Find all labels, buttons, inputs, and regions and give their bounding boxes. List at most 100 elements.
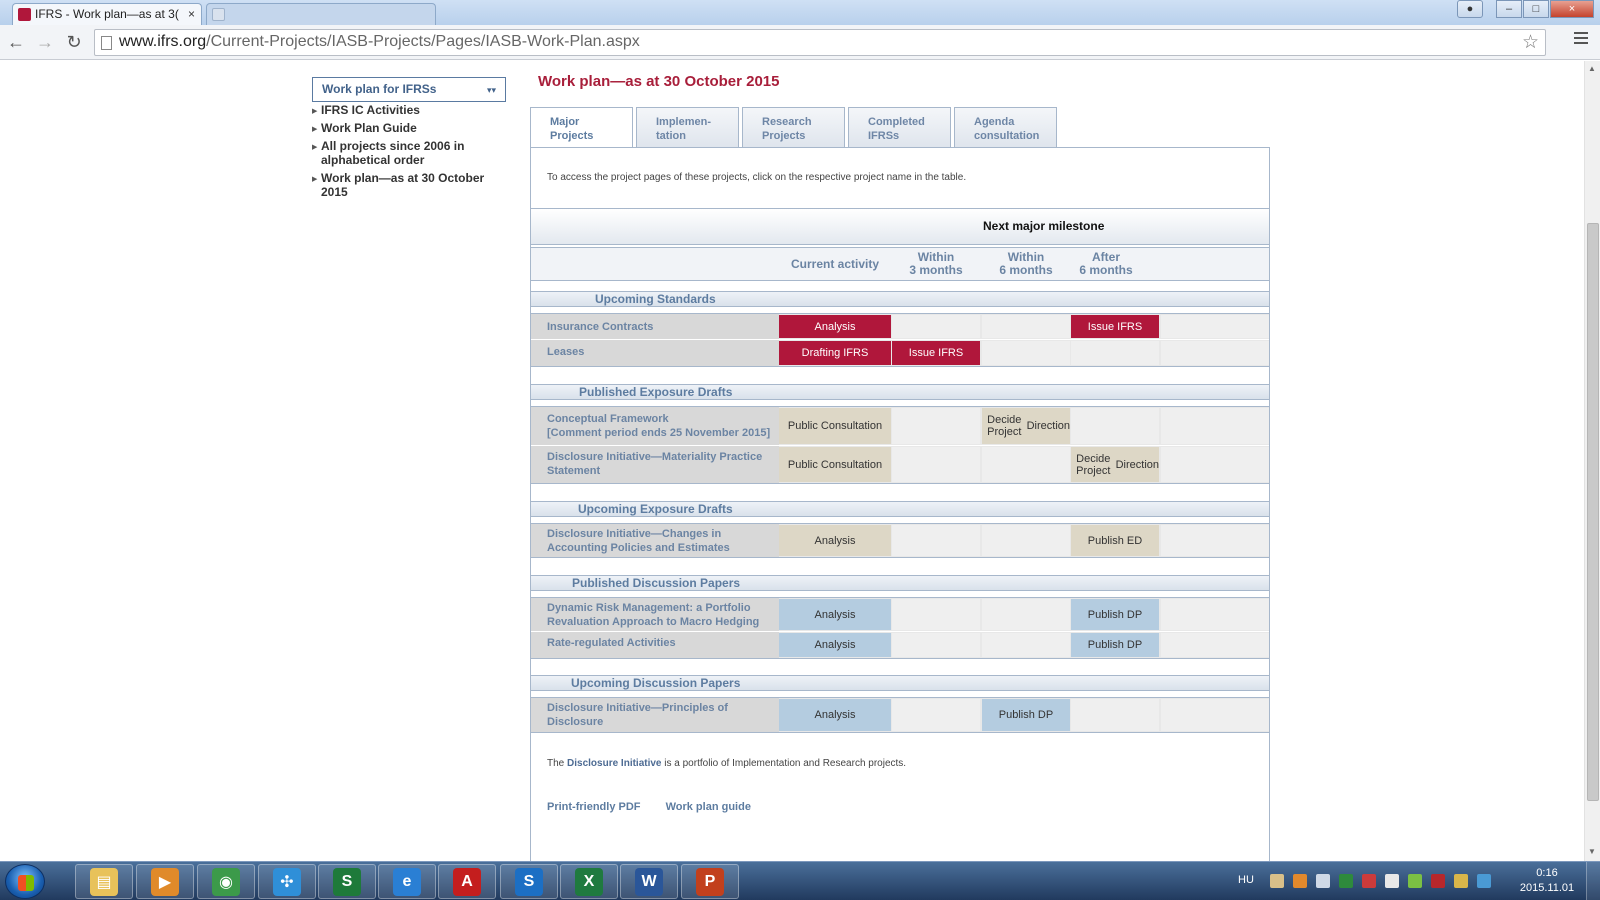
finance-app-icon: S (333, 867, 361, 896)
tab-completed-ifrss[interactable]: Completed IFRSs (848, 107, 951, 147)
project-changes-in-accounting-policies[interactable]: Disclosure Initiative—Changes in Accounti… (547, 527, 782, 555)
cell-rate-after6: Publish DP (1071, 633, 1159, 657)
disclosure-initiative-link[interactable]: Disclosure Initiative (567, 758, 661, 769)
taskbar-app-button[interactable]: S (318, 864, 376, 899)
taskbar-app-button[interactable]: e (378, 864, 436, 899)
tray-volume-icon[interactable] (1362, 874, 1376, 888)
tab-research-projects[interactable]: Research Projects (742, 107, 845, 147)
taskbar-app-button[interactable]: P (681, 864, 739, 899)
tray-security-icon[interactable] (1431, 874, 1445, 888)
taskbar-app-button[interactable]: ✣ (258, 864, 316, 899)
cell-empty (892, 315, 980, 338)
scroll-up-icon[interactable]: ▲ (1588, 64, 1596, 73)
cell-empty (1161, 341, 1269, 365)
tab-major-projects[interactable]: Major Projects (530, 107, 633, 148)
taskbar-app-button[interactable]: X (560, 864, 618, 899)
maximize-button[interactable]: □ (1523, 0, 1549, 18)
tab-label-line2: Projects (762, 130, 806, 142)
cell-insurance-after6: Issue IFRS (1071, 315, 1159, 338)
url-text[interactable]: www.ifrs.org/Current-Projects/IASB-Proje… (119, 33, 640, 51)
vertical-scrollbar[interactable]: ▲ ▼ (1584, 61, 1600, 861)
sidenav-select[interactable]: Work plan for IFRSs ▾▾ (312, 77, 506, 102)
tab-label-line2: tation (656, 130, 686, 142)
tray-device-icon[interactable] (1385, 874, 1399, 888)
file-explorer-icon: ▤ (90, 867, 118, 896)
scroll-down-icon[interactable]: ▼ (1588, 847, 1596, 856)
col-label: Within (1007, 250, 1045, 264)
close-window-button[interactable]: × (1550, 0, 1594, 18)
tray-globe-icon[interactable] (1477, 874, 1491, 888)
tab-title: IFRS - Work plan—as at 3( (35, 7, 179, 21)
footnote-text: is a portfolio of Implementation and Res… (661, 758, 907, 769)
page-icon (101, 36, 112, 50)
browser-toolbar: ← → ↻ www.ifrs.org/Current-Projects/IASB… (0, 25, 1600, 60)
taskbar-app-button[interactable]: A (438, 864, 496, 899)
cell-empty (892, 525, 980, 556)
media-player-icon: ▶ (151, 867, 179, 896)
cell-text: Decide Project (987, 414, 1022, 438)
project-conceptual-framework[interactable]: Conceptual Framework [Comment period ends… (547, 412, 782, 440)
col-after-6-months: After 6 months (1061, 251, 1151, 277)
url-host: www.ifrs.org (119, 33, 207, 50)
tray-flag-icon[interactable] (1270, 874, 1284, 888)
taskbar-app-button[interactable]: W (620, 864, 678, 899)
cell-materiality-after6: Decide Project Direction (1071, 447, 1159, 482)
show-desktop-button[interactable] (1586, 862, 1600, 900)
project-dynamic-risk-management[interactable]: Dynamic Risk Management: a Portfolio Reva… (547, 601, 782, 629)
acrobat-icon: A (453, 867, 481, 896)
project-rate-regulated-activities[interactable]: Rate-regulated Activities (547, 636, 782, 650)
sidenav-item-all-projects[interactable]: ▶ All projects since 2006 in alphabetical… (312, 139, 508, 167)
tray-app-icon[interactable] (1339, 874, 1353, 888)
address-bar[interactable]: www.ifrs.org/Current-Projects/IASB-Proje… (94, 29, 1546, 56)
bookmark-star-icon[interactable]: ☆ (1522, 31, 1539, 54)
taskbar-app-button[interactable]: ▶ (136, 864, 194, 899)
cell-drm-current: Analysis (779, 599, 891, 630)
taskbar-app-button[interactable]: ▤ (75, 864, 133, 899)
project-materiality-practice-statement[interactable]: Disclosure Initiative—Materiality Practi… (547, 450, 782, 478)
project-leases[interactable]: Leases (547, 345, 782, 359)
scroll-thumb[interactable] (1587, 223, 1599, 801)
project-name-line: Disclosure Initiative—Materiality Practi… (547, 451, 763, 463)
system-tray (1270, 874, 1500, 888)
project-principles-of-disclosure[interactable]: Disclosure Initiative—Principles of Discl… (547, 701, 782, 729)
user-profile-icon[interactable]: ● (1457, 0, 1483, 18)
cell-principles-within6: Publish DP (982, 699, 1070, 731)
start-button[interactable] (5, 864, 45, 899)
table-rows-published-eds: Conceptual Framework [Comment period ends… (531, 406, 1269, 484)
tray-network-icon[interactable] (1316, 874, 1330, 888)
minimize-button[interactable]: – (1496, 0, 1522, 18)
row-separator (531, 339, 1269, 340)
back-arrow-icon[interactable]: ← (4, 31, 28, 53)
reload-icon[interactable]: ↻ (62, 31, 86, 53)
project-insurance-contracts[interactable]: Insurance Contracts (547, 320, 782, 334)
system-clock[interactable]: 0:16 2015.11.01 (1512, 866, 1582, 896)
project-name-line: Accounting Policies and Estimates (547, 542, 730, 554)
taskbar-app-button[interactable]: ◉ (197, 864, 255, 899)
project-name-line: Conceptual Framework (547, 413, 669, 425)
cell-empty (1161, 408, 1269, 444)
browser-tab-inactive[interactable] (206, 3, 436, 25)
tab-agenda-consultation[interactable]: Agenda consultation (954, 107, 1057, 147)
browser-menu-icon[interactable] (1574, 32, 1588, 44)
url-path: /Current-Projects/IASB-Projects/Pages/IA… (206, 33, 640, 50)
tray-update-icon[interactable] (1293, 874, 1307, 888)
tray-printer-icon[interactable] (1454, 874, 1468, 888)
taskbar-app-button[interactable]: S (500, 864, 558, 899)
language-indicator[interactable]: HU (1238, 874, 1254, 886)
work-plan-guide-link[interactable]: Work plan guide (666, 801, 751, 813)
browser-tab-active[interactable]: IFRS - Work plan—as at 3( × (12, 3, 202, 25)
section-upcoming-discussion-papers: Upcoming Discussion Papers (531, 675, 1269, 691)
col-label: After (1091, 250, 1120, 264)
project-name-line: Disclosure Initiative—Principles of (547, 702, 728, 714)
sidenav-item-work-plan-guide[interactable]: ▶ Work Plan Guide (312, 121, 508, 135)
tab-close-icon[interactable]: × (188, 4, 195, 24)
network-app-icon: ✣ (273, 867, 301, 896)
sidenav-item-work-plan[interactable]: ▶ Work plan—as at 30 October 2015 (312, 171, 508, 199)
cell-empty (1071, 699, 1159, 731)
sidenav-item-ic-activities[interactable]: ▶ IFRS IC Activities (312, 103, 508, 117)
print-friendly-pdf-link[interactable]: Print-friendly PDF (547, 801, 641, 813)
tab-label-line1: Completed (868, 116, 925, 128)
tab-implementation[interactable]: Implemen-tation (636, 107, 739, 147)
tray-check-icon[interactable] (1408, 874, 1422, 888)
forward-arrow-icon[interactable]: → (33, 31, 57, 53)
